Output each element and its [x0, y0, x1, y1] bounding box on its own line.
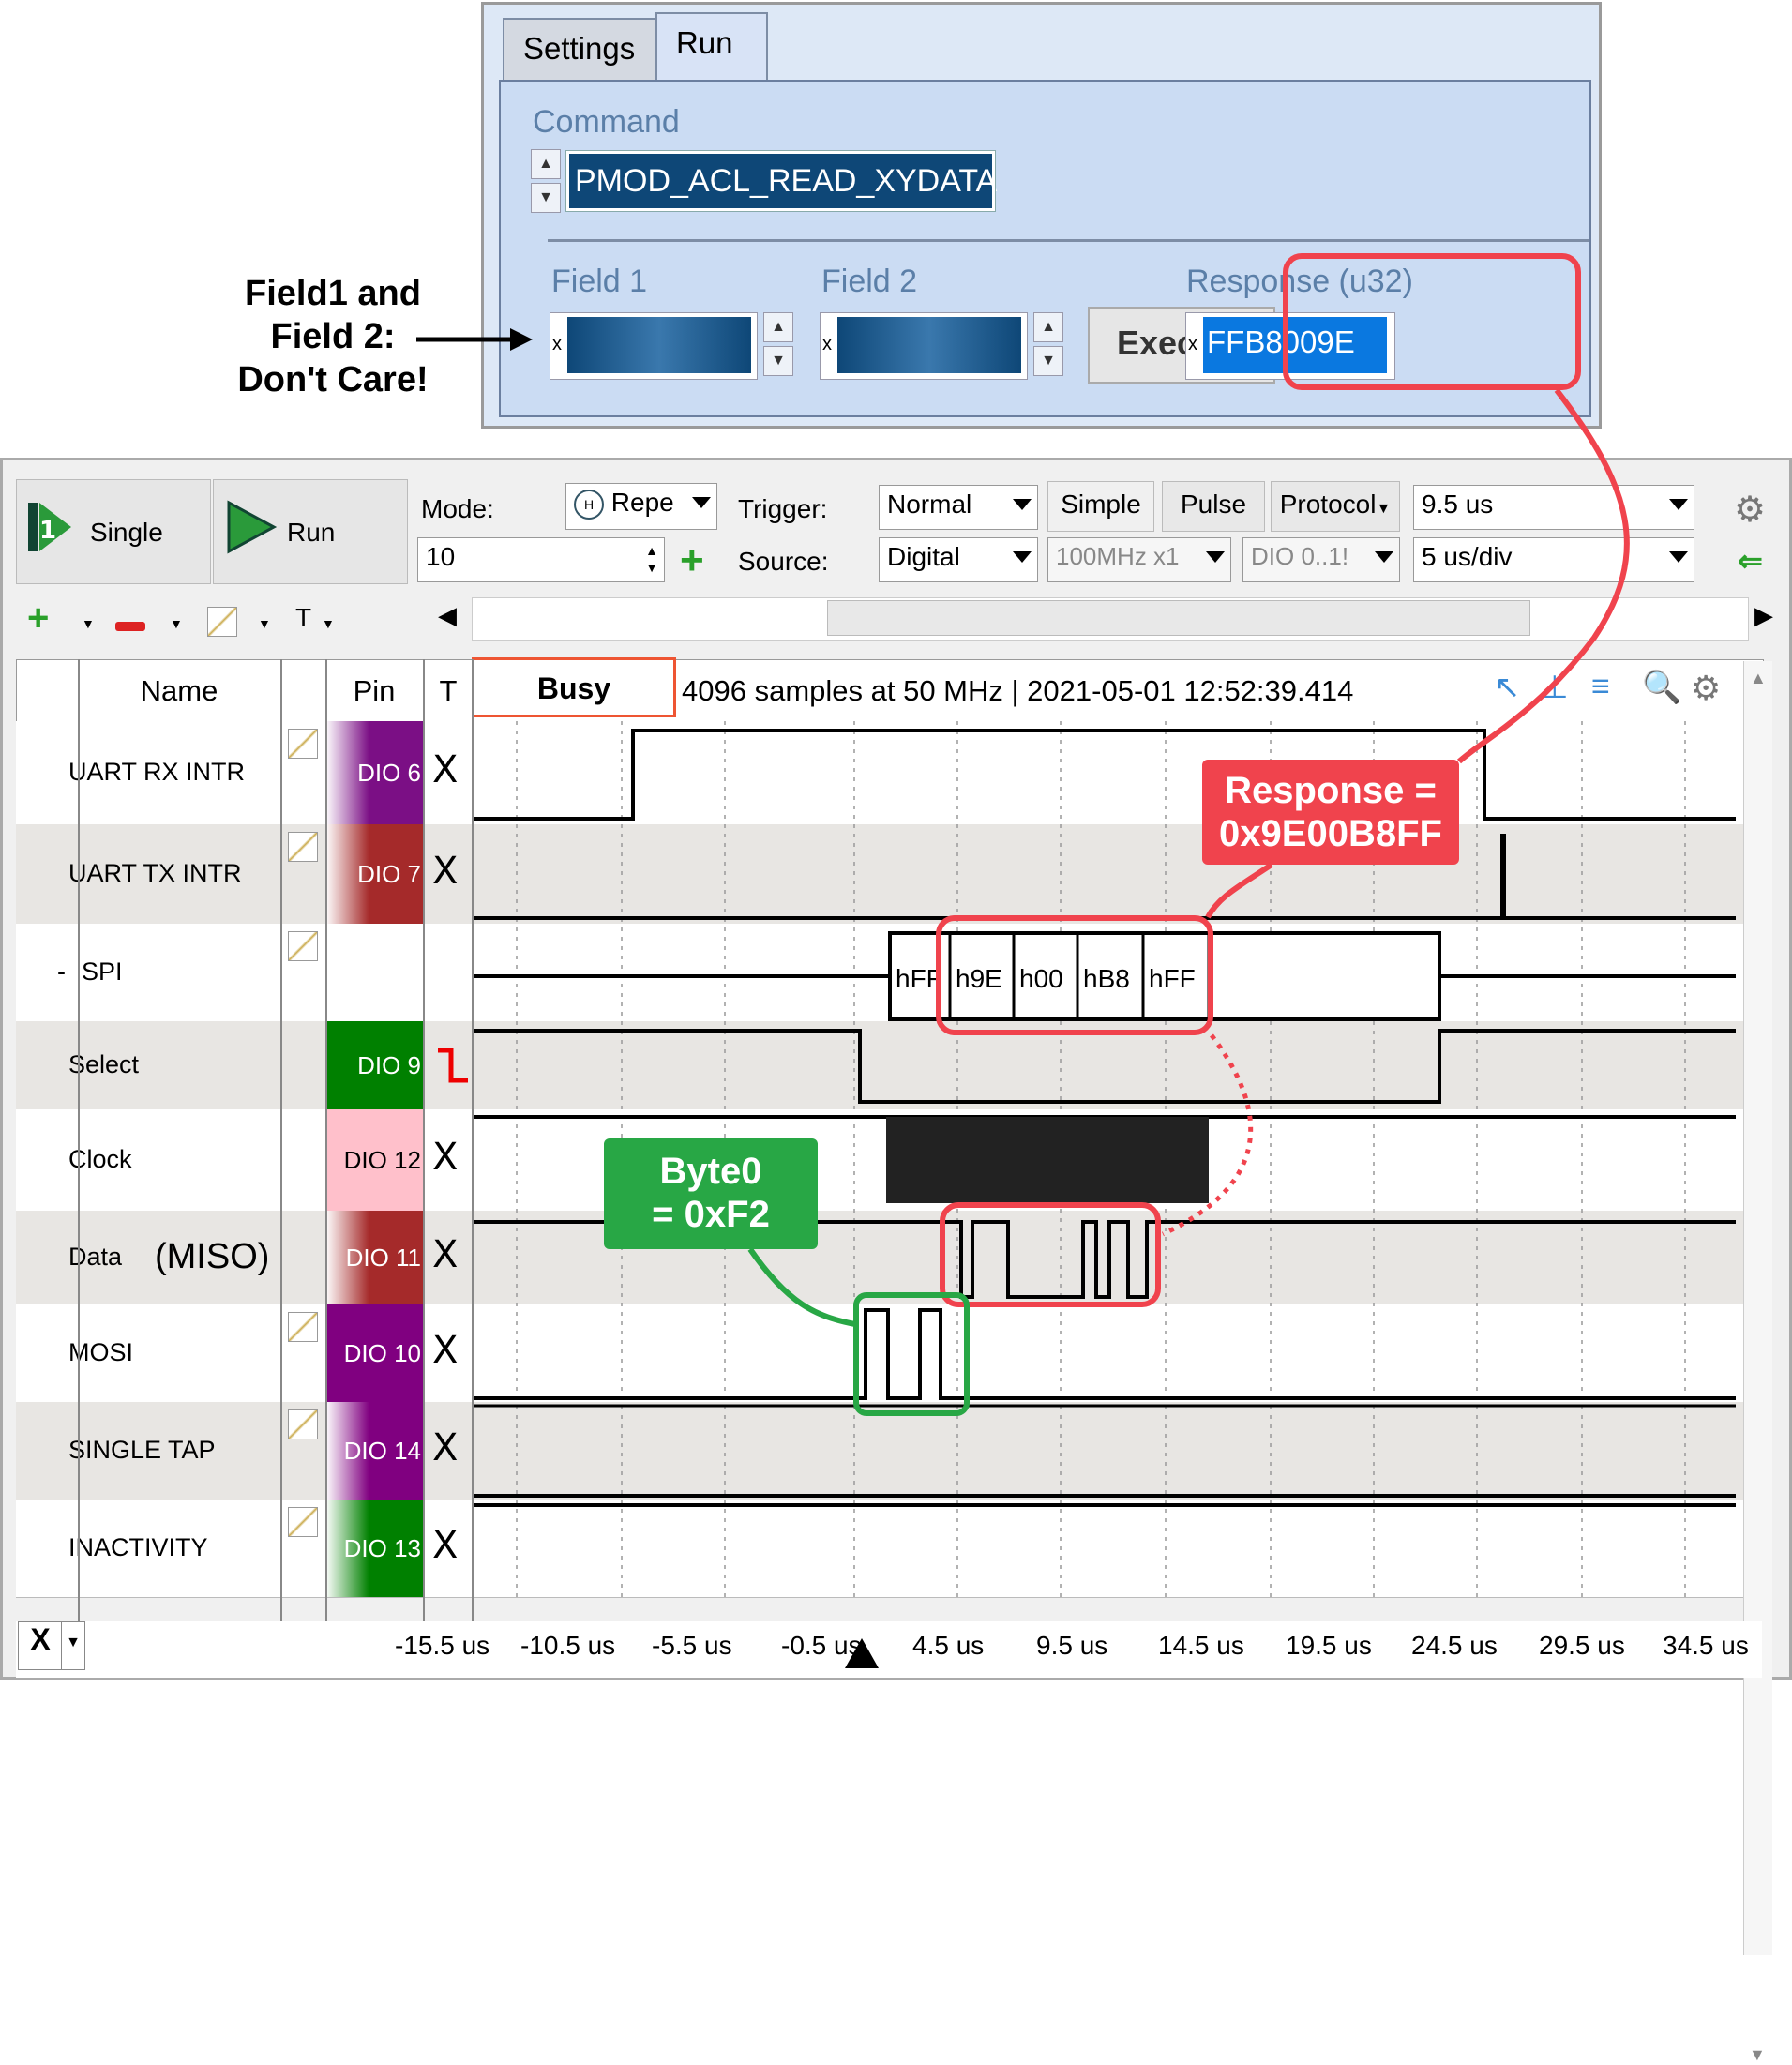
time-tick-label: -5.5 us [652, 1631, 732, 1660]
select-trace [474, 1029, 1736, 1104]
miso-highlight [940, 1202, 1161, 1307]
response-highlight [1283, 253, 1581, 390]
field2-input[interactable]: x [820, 312, 1028, 380]
field2-up-button[interactable]: ▲ [1033, 312, 1063, 342]
fields-note-line: Field1 and [245, 274, 421, 313]
byte0-note: Byte0 = 0xF2 [604, 1138, 818, 1249]
time-axis [16, 1621, 1762, 1678]
scroll-down-icon[interactable]: ▼ [1749, 2045, 1766, 2065]
logic-analyzer: 1 Single Run Mode: H Repe 10 ▲ ▼ + Trigge… [0, 458, 1792, 2064]
field2-down-button[interactable]: ▼ [1033, 346, 1063, 376]
tab-run[interactable]: Run [655, 12, 768, 83]
chevron-down-icon[interactable]: ▼ [61, 1621, 85, 1670]
uart-rx-trace [474, 729, 1736, 821]
time-tick-label: 34.5 us [1663, 1631, 1749, 1660]
command-down-button[interactable]: ▼ [531, 183, 561, 213]
time-tick-label: 24.5 us [1411, 1631, 1498, 1660]
time-tick-label: 4.5 us [912, 1631, 985, 1660]
cursor-select[interactable]: X [18, 1621, 63, 1670]
field1-value [567, 317, 751, 373]
arrow-icon [416, 328, 533, 351]
byte0-note-line: Byte0 [659, 1151, 762, 1192]
field1-down-button[interactable]: ▼ [763, 346, 793, 376]
spi-bytes-highlight [936, 915, 1213, 1035]
response-note: Response = 0x9E00B8FF [1202, 760, 1459, 865]
field2-prefix: x [822, 334, 832, 354]
divider [548, 239, 1589, 242]
time-tick-label: -10.5 us [520, 1631, 616, 1660]
waveform-plot: hFF h9E h00 hB8 hFF [474, 721, 1736, 1599]
time-tick-label: 14.5 us [1158, 1631, 1244, 1660]
response-prefix: x [1188, 334, 1197, 354]
field2-value [837, 317, 1021, 373]
time-tick-label: 29.5 us [1539, 1631, 1625, 1660]
field2-label: Field 2 [821, 264, 918, 299]
clock-burst [886, 1117, 1209, 1203]
response-note-line: Response = [1225, 770, 1437, 811]
field1-prefix: x [552, 334, 562, 354]
field1-input[interactable]: x [550, 312, 758, 380]
field1-up-button[interactable]: ▲ [763, 312, 793, 342]
trigger-marker-icon[interactable] [843, 1636, 881, 1670]
command-select[interactable]: PMOD_ACL_READ_XYDATA [565, 150, 997, 212]
byte0-note-line: = 0xF2 [652, 1194, 770, 1235]
fields-note-line: Don't Care! [237, 360, 429, 399]
mosi-trace [474, 1308, 1736, 1400]
tab-settings[interactable]: Settings [503, 18, 657, 83]
command-label: Command [533, 104, 680, 140]
field1-label: Field 1 [551, 264, 648, 299]
time-tick-label: 9.5 us [1036, 1631, 1108, 1660]
command-up-button[interactable]: ▲ [531, 149, 561, 179]
response-note-line: 0x9E00B8FF [1219, 813, 1442, 854]
time-tick-label: -15.5 us [395, 1631, 490, 1660]
mosi-highlight [853, 1292, 970, 1416]
time-tick-label: 19.5 us [1286, 1631, 1372, 1660]
